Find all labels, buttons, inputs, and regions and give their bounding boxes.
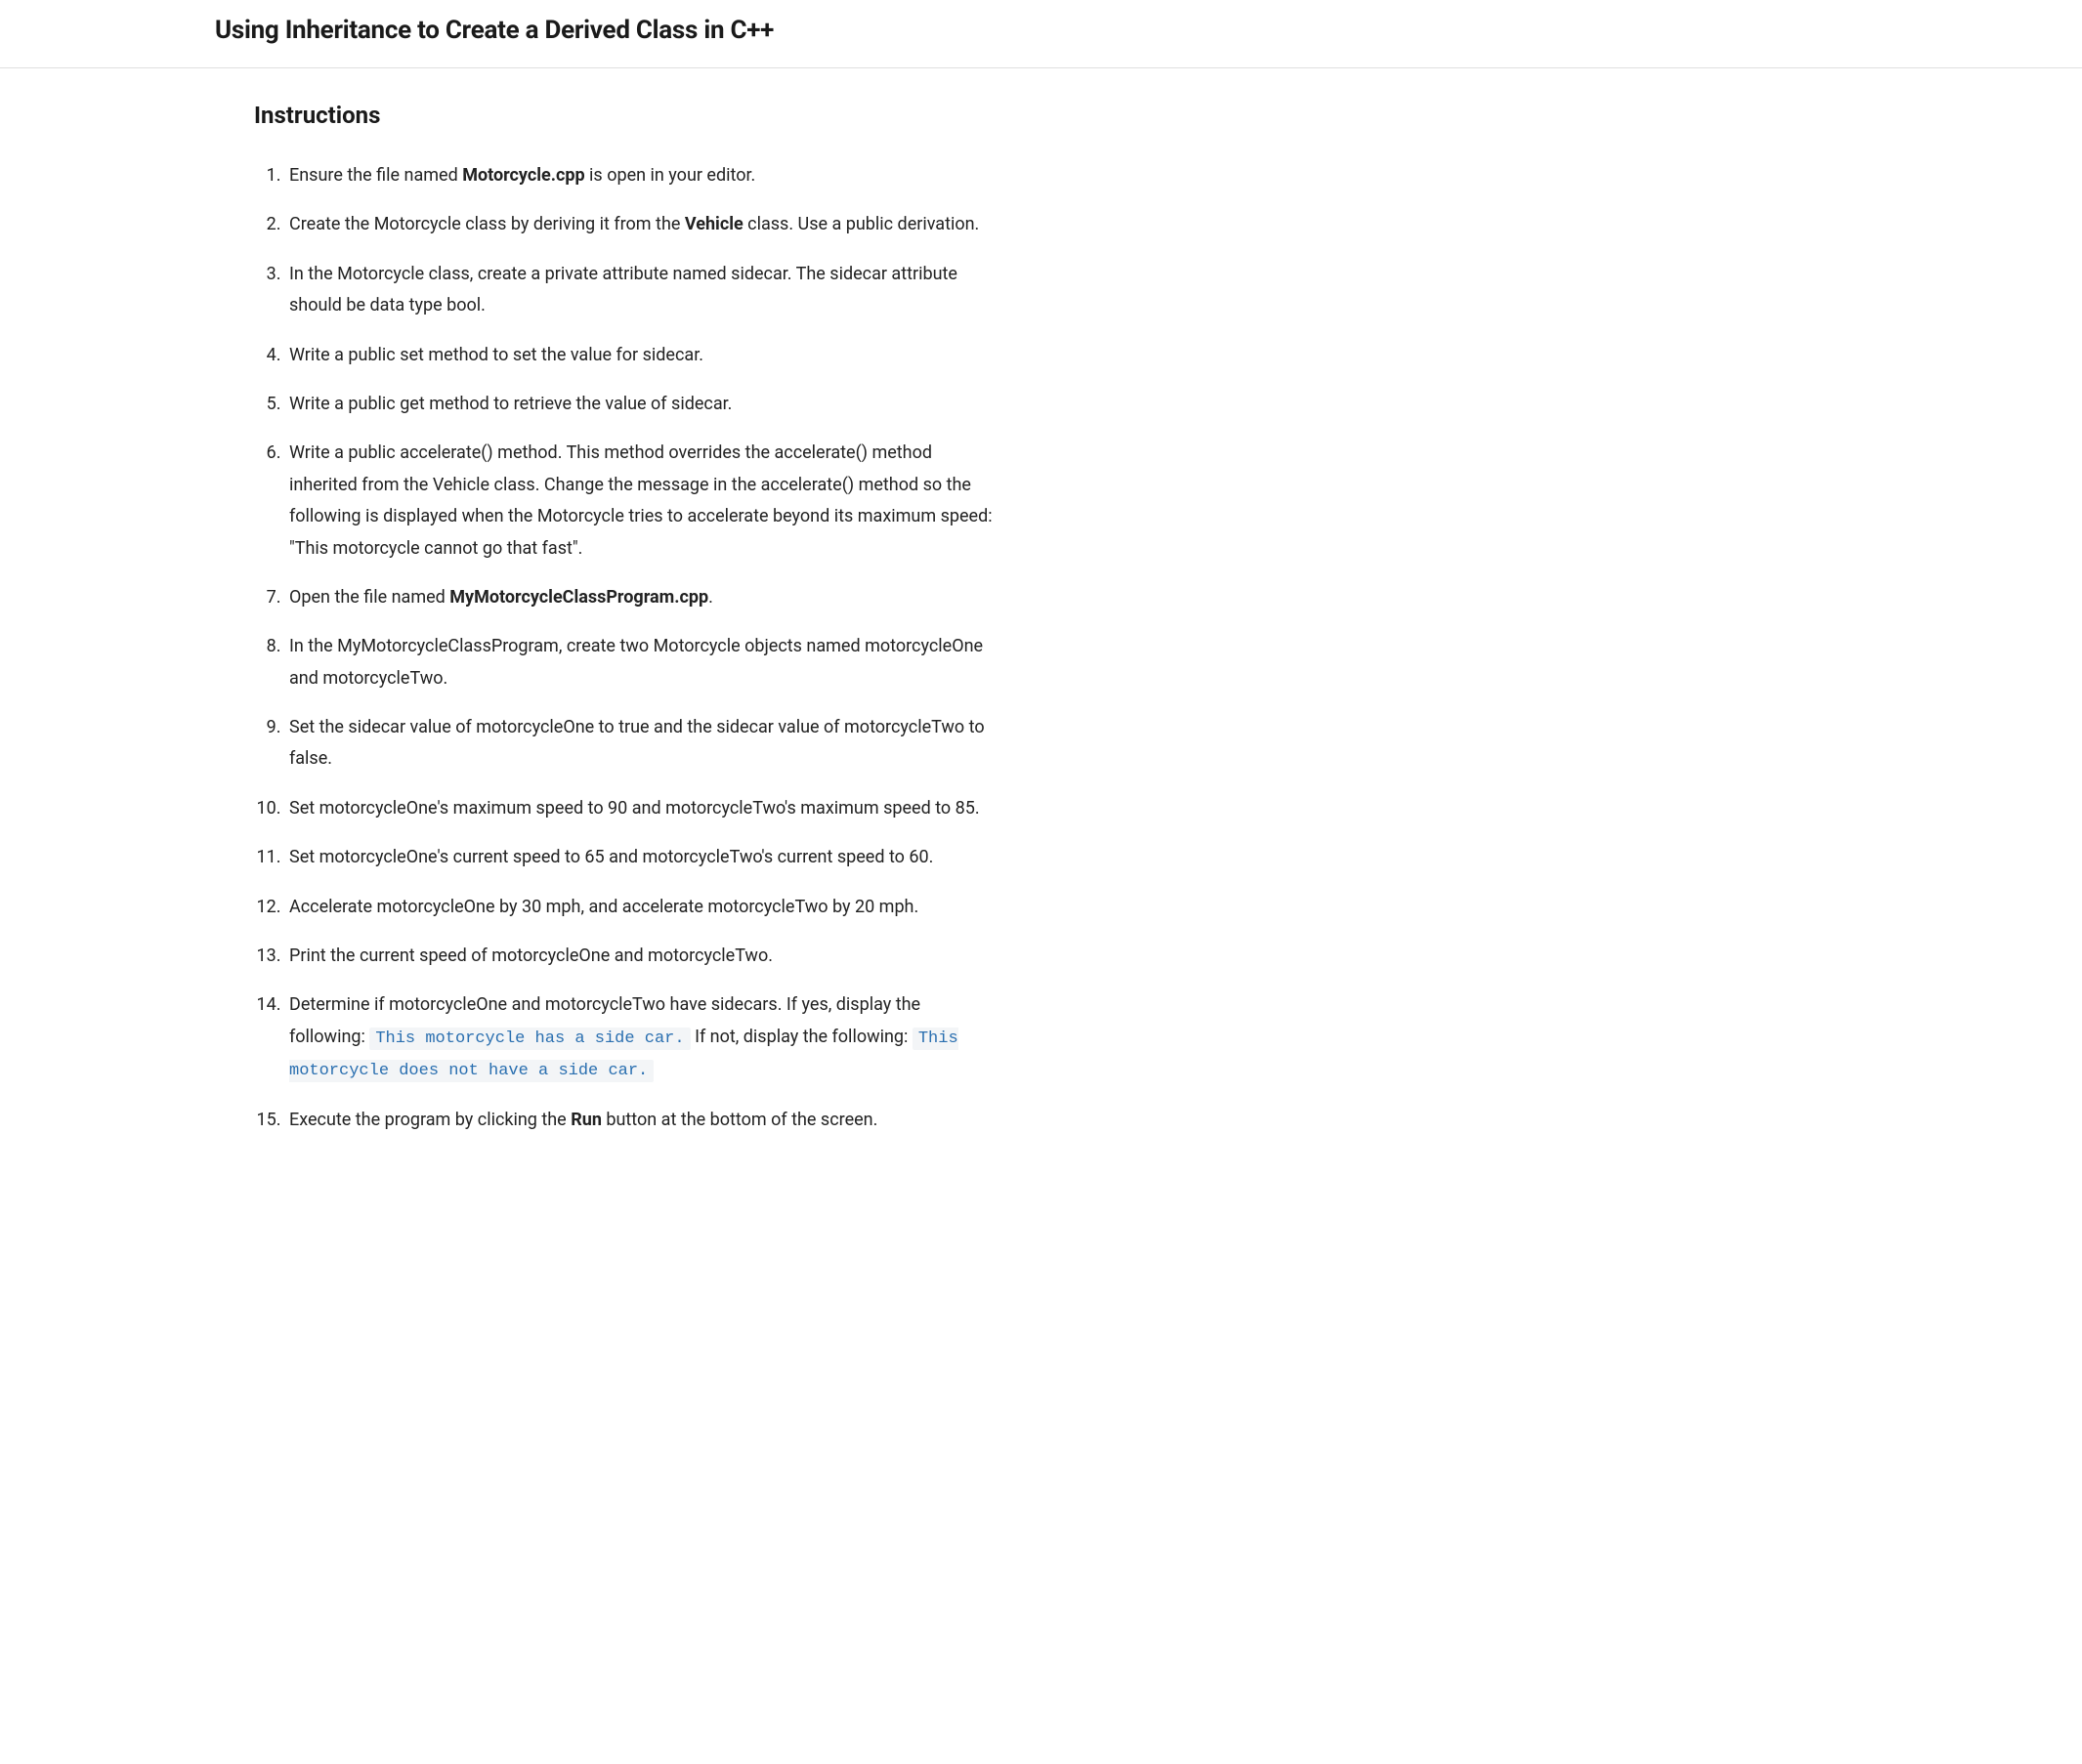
- step-text: Write a public set method to set the val…: [289, 345, 703, 365]
- step-text: Set motorcycleOne's current speed to 65 …: [289, 847, 933, 867]
- page-header: Using Inheritance to Create a Derived Cl…: [0, 0, 2082, 68]
- step-text: button at the bottom of the screen.: [602, 1110, 877, 1130]
- step-text: .: [708, 587, 713, 608]
- step-text: class. Use a public derivation.: [744, 214, 980, 234]
- step-item: Write a public set method to set the val…: [285, 340, 997, 371]
- step-item: Determine if motorcycleOne and motorcycl…: [285, 989, 997, 1087]
- step-text: Execute the program by clicking the: [289, 1110, 571, 1130]
- content-area: Instructions Ensure the file named Motor…: [0, 68, 1720, 1212]
- step-item: Print the current speed of motorcycleOne…: [285, 941, 997, 972]
- step-text: Print the current speed of motorcycleOne…: [289, 945, 773, 966]
- page-title: Using Inheritance to Create a Derived Cl…: [0, 12, 2082, 50]
- step-text: Set the sidecar value of motorcycleOne t…: [289, 717, 985, 769]
- step-text: Create the Motorcycle class by deriving …: [289, 214, 685, 234]
- step-text: Ensure the file named: [289, 165, 462, 186]
- step-text: Write a public accelerate() method. This…: [289, 442, 993, 558]
- step-bold: Run: [571, 1110, 602, 1130]
- step-bold: Vehicle: [685, 214, 744, 234]
- step-text: Accelerate motorcycleOne by 30 mph, and …: [289, 897, 918, 917]
- step-item: Accelerate motorcycleOne by 30 mph, and …: [285, 892, 997, 923]
- step-item: In the MyMotorcycleClassProgram, create …: [285, 631, 997, 694]
- code-snippet: This motorcycle has a side car.: [369, 1028, 690, 1050]
- step-item: Set the sidecar value of motorcycleOne t…: [285, 712, 997, 776]
- step-bold: MyMotorcycleClassProgram.cpp: [449, 587, 708, 608]
- step-text: Set motorcycleOne's maximum speed to 90 …: [289, 798, 980, 819]
- section-heading: Instructions: [254, 98, 997, 133]
- step-item: Write a public get method to retrieve th…: [285, 389, 997, 420]
- step-text: is open in your editor.: [585, 165, 756, 186]
- step-text: If not, display the following:: [695, 1027, 913, 1047]
- step-item: Ensure the file named Motorcycle.cpp is …: [285, 160, 997, 191]
- step-item: In the Motorcycle class, create a privat…: [285, 259, 997, 322]
- step-text: Write a public get method to retrieve th…: [289, 394, 732, 414]
- step-item: Open the file named MyMotorcycleClassPro…: [285, 582, 997, 613]
- step-item: Set motorcycleOne's current speed to 65 …: [285, 842, 997, 873]
- step-text: Open the file named: [289, 587, 449, 608]
- step-item: Create the Motorcycle class by deriving …: [285, 209, 997, 240]
- step-item: Execute the program by clicking the Run …: [285, 1105, 997, 1136]
- instructions-list: Ensure the file named Motorcycle.cpp is …: [254, 160, 997, 1136]
- step-item: Set motorcycleOne's maximum speed to 90 …: [285, 793, 997, 824]
- step-text: In the Motorcycle class, create a privat…: [289, 264, 957, 315]
- step-item: Write a public accelerate() method. This…: [285, 438, 997, 565]
- step-text: In the MyMotorcycleClassProgram, create …: [289, 636, 983, 688]
- step-bold: Motorcycle.cpp: [462, 165, 584, 186]
